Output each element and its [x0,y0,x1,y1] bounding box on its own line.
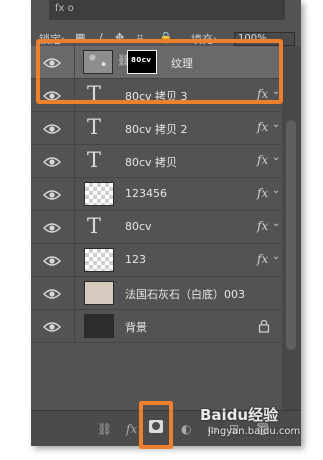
visibility-eye-icon[interactable] [43,253,61,267]
effects-chevron-icon[interactable]: ⌄ [272,251,280,262]
layer-row[interactable]: T 80cv 拷贝 fx ⌄ [31,145,282,178]
row-divider [74,310,75,342]
visibility-eye-icon[interactable] [43,286,61,300]
row-divider [74,211,75,243]
layer-name[interactable]: 123456 [125,187,167,200]
row-divider [74,112,75,144]
layer-thumbnail[interactable] [84,248,114,272]
scrollbar-thumb[interactable] [286,120,296,350]
effects-chevron-icon[interactable]: ⌄ [272,152,280,163]
text-layer-icon: T [87,115,102,139]
effects-chevron-icon[interactable]: ⌄ [272,185,280,196]
top-clip-text: fx o [55,3,74,14]
visibility-eye-icon[interactable] [43,220,61,234]
layer-effects-icon[interactable]: fx [257,252,268,266]
text-layer-icon: T [87,148,102,172]
panel-top-toolbar: fx o [49,0,285,20]
visibility-eye-icon[interactable] [43,154,61,168]
effects-chevron-icon[interactable]: ⌄ [272,218,280,229]
baidu-watermark-url: jingyan.baidu.com [208,426,301,437]
layer-lock-icon [258,318,270,333]
layer-row[interactable]: 法国石灰石（白底）003 [31,277,282,310]
layer-name[interactable]: 80cv [125,220,152,233]
layer-row[interactable]: 背景 [31,310,282,343]
row-divider [74,178,75,210]
layer-effects-icon[interactable]: fx [257,120,268,134]
layer-name[interactable]: 80cv 拷贝 [125,154,177,170]
visibility-eye-icon[interactable] [43,187,61,201]
highlight-texture-layer [36,39,283,104]
layer-thumbnail[interactable] [84,182,114,206]
visibility-eye-icon[interactable] [43,319,61,333]
adjustment-layer-icon[interactable]: ◐ [181,422,191,436]
text-layer-icon: T [87,214,102,238]
row-divider [74,244,75,276]
add-layer-style-button[interactable]: fx [126,422,137,436]
layer-thumbnail[interactable] [84,281,114,305]
layer-name[interactable]: 背景 [125,319,147,335]
layer-name[interactable]: 法国石灰石（白底）003 [125,286,245,302]
layer-name[interactable]: 80cv 拷贝 2 [125,121,188,137]
layer-name[interactable]: 123 [125,253,146,266]
row-divider [74,145,75,177]
link-layers-icon[interactable]: ⛓ [97,422,112,436]
visibility-eye-icon[interactable] [43,121,61,135]
highlight-add-mask-button [139,401,173,449]
layer-row[interactable]: 123 fx ⌄ [31,244,282,277]
baidu-watermark: Baidu经验 [200,406,279,424]
layer-row[interactable]: 123456 fx ⌄ [31,178,282,211]
layer-effects-icon[interactable]: fx [257,153,268,167]
effects-chevron-icon[interactable]: ⌄ [272,119,280,130]
layer-thumbnail[interactable] [84,314,114,338]
layer-effects-icon[interactable]: fx [257,219,268,233]
layer-row[interactable]: T 80cv fx ⌄ [31,211,282,244]
layer-effects-icon[interactable]: fx [257,186,268,200]
layer-row[interactable]: T 80cv 拷贝 2 fx ⌄ [31,112,282,145]
row-divider [74,277,75,309]
